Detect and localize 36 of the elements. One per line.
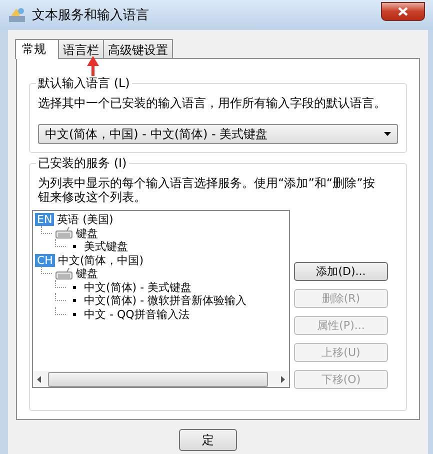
language-badge: CH <box>35 254 55 267</box>
caret-icon <box>384 132 391 136</box>
bullet-icon <box>73 286 76 289</box>
app-icon <box>8 7 26 23</box>
tree-item[interactable]: 中文(简体) - 美式键盘 <box>84 280 192 295</box>
bullet-icon <box>73 299 76 302</box>
tree-item[interactable]: 键盘 <box>76 226 98 241</box>
tree-item[interactable]: 美式键盘 <box>84 239 128 254</box>
tree-item[interactable]: 中文(简体) - 微软拼音新体验输入 <box>84 293 247 308</box>
tree-item[interactable]: 键盘 <box>76 266 98 282</box>
bullet-icon <box>73 245 76 248</box>
horizontal-scrollbar[interactable] <box>33 371 289 387</box>
close-icon <box>398 6 408 16</box>
tree-item[interactable]: 中文 - QQ拼音输入法 <box>84 306 190 322</box>
tree-item[interactable]: 中文(简体，中国) <box>58 252 144 268</box>
keyboard-icon <box>55 227 73 240</box>
scroll-right-icon <box>281 376 285 382</box>
tab[interactable]: 语言栏 <box>58 39 104 58</box>
tab[interactable]: 常规 <box>15 39 59 59</box>
window-title: 文本服务和输入语言 <box>32 7 150 24</box>
footer-button[interactable]: 定 <box>179 429 237 451</box>
action-button[interactable]: 添加(D)... <box>294 262 388 281</box>
annotation-arrow <box>87 56 99 76</box>
tree-item[interactable]: 英语 (美国) <box>57 212 114 228</box>
close-button[interactable] <box>381 2 425 20</box>
bullet-icon <box>73 312 76 316</box>
group-description: 选择其中一个已安装的输入语言，用作所有输入字段的默认语言。 <box>38 96 387 110</box>
group-title: 已安装的服务 (I) <box>36 156 129 171</box>
tab[interactable]: 高级键设置 <box>103 39 173 58</box>
scroll-left-icon <box>37 376 41 382</box>
group-title: 默认输入语言 (L) <box>36 76 132 91</box>
group-description: 为列表中显示的每个输入语言选择服务。使用“添加”和“删除”按钮来修改这个列表。 <box>38 176 376 204</box>
keyboard-icon <box>55 268 73 280</box>
scrollbar-thumb[interactable] <box>48 372 268 386</box>
language-dropdown[interactable]: 中文(简体，中国) - 中文(简体) - 美式键盘 <box>38 124 398 144</box>
language-badge: EN <box>35 213 54 226</box>
